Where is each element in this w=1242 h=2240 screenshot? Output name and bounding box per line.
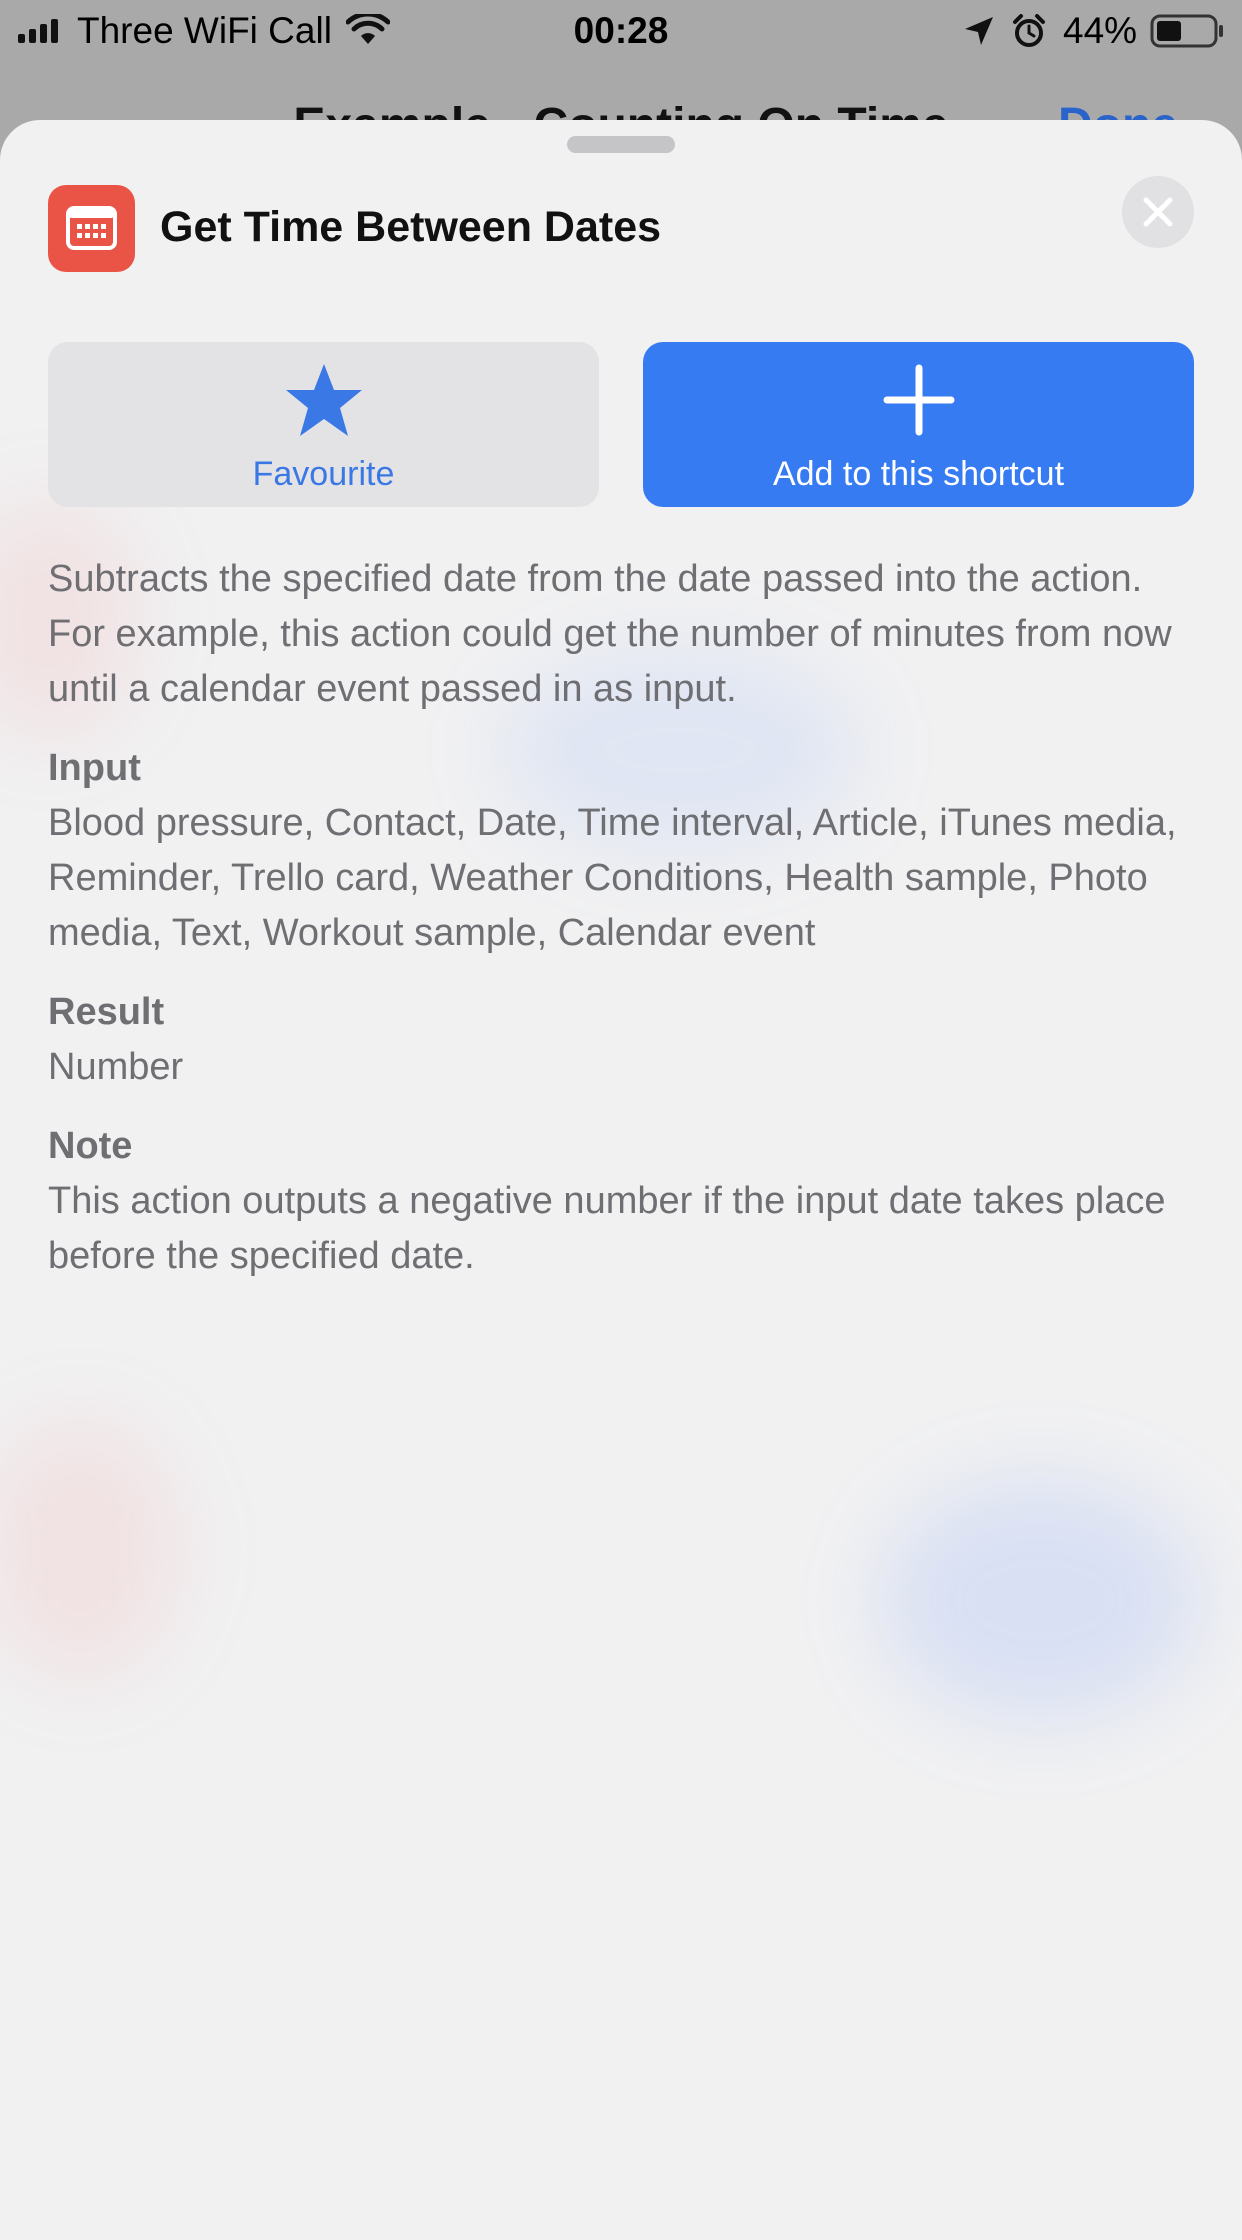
input-section: Input Blood pressure, Contact, Date, Tim… (48, 741, 1208, 961)
result-type: Number (48, 1046, 184, 1088)
alarm-icon (1013, 14, 1045, 47)
note-heading: Note (48, 1125, 133, 1167)
note-text: This action outputs a negative number if… (48, 1180, 1166, 1277)
input-heading: Input (48, 747, 141, 789)
note-section: Note This action outputs a negative numb… (48, 1119, 1208, 1284)
plus-icon (883, 364, 955, 436)
sheet-grabber[interactable] (567, 136, 675, 153)
action-title: Get Time Between Dates (160, 203, 662, 251)
result-section: Result Number (48, 985, 1208, 1095)
background-blur (0, 1420, 180, 1680)
calendar-icon (48, 185, 135, 272)
location-icon (965, 17, 993, 45)
action-details: Subtracts the specified date from the da… (48, 552, 1208, 1284)
battery-percentage: 44% (1063, 10, 1138, 51)
close-icon (1143, 197, 1173, 227)
status-bar: Three WiFi Call 00:28 44% (0, 0, 1242, 62)
action-description: Subtracts the specified date from the da… (48, 558, 1172, 710)
input-types: Blood pressure, Contact, Date, Time inte… (48, 802, 1177, 954)
result-heading: Result (48, 991, 165, 1033)
add-to-shortcut-button[interactable]: Add to this shortcut (643, 342, 1194, 507)
add-to-shortcut-label: Add to this shortcut (772, 455, 1065, 493)
action-detail-sheet: Get Time Between Dates Favourite Add to … (0, 120, 1242, 2240)
battery-icon (1150, 14, 1223, 48)
background-blur (880, 1480, 1200, 1720)
favourite-button[interactable]: Favourite (48, 342, 599, 507)
close-button[interactable] (1122, 176, 1194, 248)
status-time: 00:28 (573, 10, 669, 51)
star-icon (286, 364, 362, 436)
favourite-label: Favourite (252, 455, 395, 493)
